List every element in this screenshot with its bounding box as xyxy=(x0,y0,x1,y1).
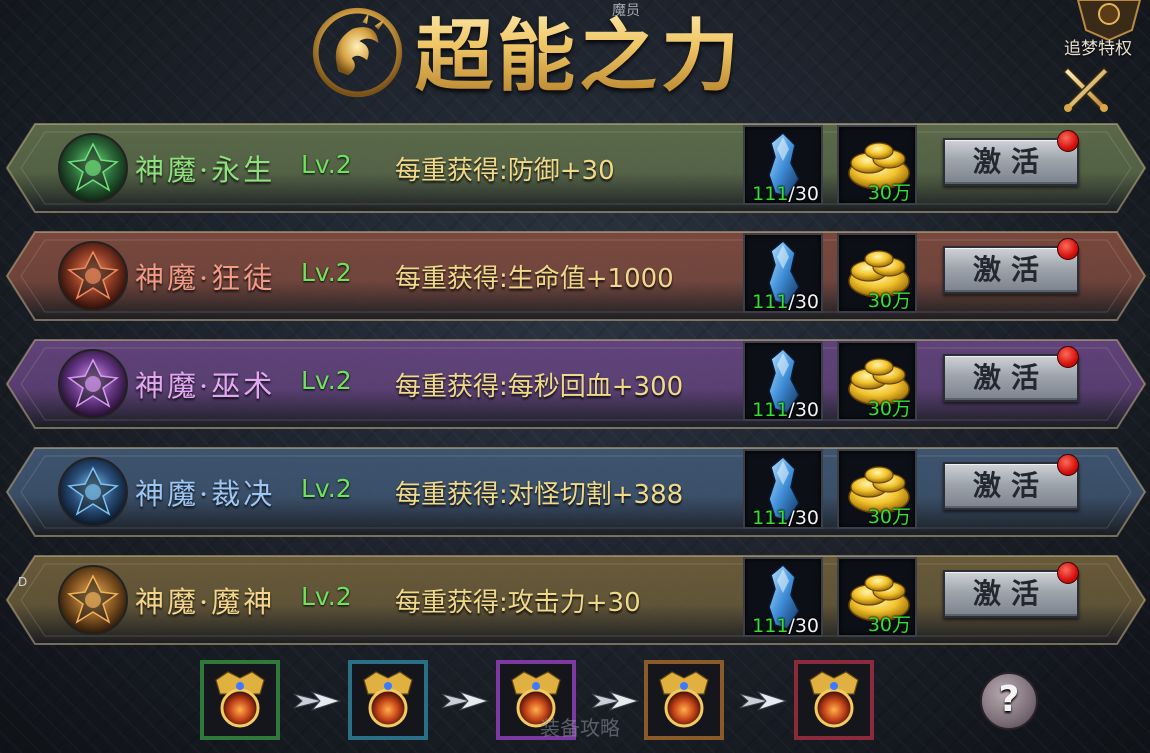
notification-dot-icon xyxy=(1057,562,1079,584)
power-emblem-icon xyxy=(58,349,128,419)
material-slot[interactable]: 111/30 xyxy=(743,449,823,529)
power-row: 神魔·裁决 Lv.2 每重获得:对怪切割+388 111/30 30万 激活 xyxy=(5,444,1147,540)
power-name: 神魔·魔神 xyxy=(135,585,276,619)
gold-amount: 30万 xyxy=(867,290,911,312)
top-tab-label: 魔员 xyxy=(612,3,640,19)
power-bonus: 每重获得:生命值+1000 xyxy=(395,264,674,294)
chevron-right-icon xyxy=(739,690,788,712)
gold-slot[interactable]: 30万 xyxy=(837,557,917,637)
power-level: Lv.2 xyxy=(301,150,352,179)
power-name: 神魔·狂徒 xyxy=(135,261,276,295)
material-count: 111/30 xyxy=(752,399,819,421)
chain-item[interactable] xyxy=(794,660,874,740)
power-row: 神魔·永生 Lv.2 每重获得:防御+30 111/30 30万 激活 xyxy=(5,120,1147,216)
material-count: 111/30 xyxy=(752,507,819,529)
notification-dot-icon xyxy=(1057,130,1079,152)
material-slot[interactable]: 111/30 xyxy=(743,125,823,205)
golden-amulet-icon xyxy=(200,660,280,740)
power-bonus: 每重获得:对怪切割+388 xyxy=(395,480,684,510)
power-emblem-icon xyxy=(58,241,128,311)
material-slot[interactable]: 111/30 xyxy=(743,557,823,637)
golden-amulet-icon xyxy=(644,660,724,740)
power-name: 神魔·巫术 xyxy=(135,369,276,403)
power-bonus: 每重获得:攻击力+30 xyxy=(395,588,641,618)
golden-amulet-icon xyxy=(348,660,428,740)
gold-amount: 30万 xyxy=(867,182,911,204)
power-level: Lv.2 xyxy=(301,474,352,503)
page-title: 超能之力 xyxy=(415,0,743,106)
gold-slot[interactable]: 30万 xyxy=(837,341,917,421)
help-button[interactable]: ? xyxy=(980,672,1038,730)
chain-item[interactable] xyxy=(348,660,428,740)
gold-amount: 30万 xyxy=(867,614,911,636)
gold-slot[interactable]: 30万 xyxy=(837,449,917,529)
power-bonus: 每重获得:防御+30 xyxy=(395,156,615,186)
notification-dot-icon xyxy=(1057,346,1079,368)
power-emblem-icon xyxy=(58,133,128,203)
power-level: Lv.2 xyxy=(301,366,352,395)
material-count: 111/30 xyxy=(752,615,819,637)
super-power-panel: 超能之力 魔员 追梦特权 神魔·永生 Lv.2 每重获得:防御+30 111/3… xyxy=(0,0,1150,753)
chevron-right-icon xyxy=(441,690,490,712)
power-emblem-icon xyxy=(58,565,128,635)
privilege-label[interactable]: 追梦特权 xyxy=(1064,34,1132,59)
power-name: 神魔·裁决 xyxy=(135,477,276,511)
chain-item[interactable] xyxy=(200,660,280,740)
material-slot[interactable]: 111/30 xyxy=(743,233,823,313)
gold-amount: 30万 xyxy=(867,398,911,420)
power-row: 神魔·狂徒 Lv.2 每重获得:生命值+1000 111/30 30万 激活 xyxy=(5,228,1147,324)
close-icon[interactable] xyxy=(1060,62,1112,114)
dragon-emblem-icon xyxy=(312,7,403,98)
gold-slot[interactable]: 30万 xyxy=(837,233,917,313)
power-row: 神魔·巫术 Lv.2 每重获得:每秒回血+300 111/30 30万 激活 xyxy=(5,336,1147,432)
chevron-right-icon xyxy=(293,690,342,712)
power-bonus: 每重获得:每秒回血+300 xyxy=(395,372,684,402)
power-level: Lv.2 xyxy=(301,258,352,287)
material-count: 111/30 xyxy=(752,291,819,313)
power-row: 神魔·魔神 Lv.2 每重获得:攻击力+30 111/30 30万 激活 xyxy=(5,552,1147,648)
power-name: 神魔·永生 xyxy=(135,153,276,187)
title-banner: 超能之力 xyxy=(300,0,800,115)
gold-slot[interactable]: 30万 xyxy=(837,125,917,205)
chain-item[interactable] xyxy=(644,660,724,740)
power-level: Lv.2 xyxy=(301,582,352,611)
material-count: 111/30 xyxy=(752,183,819,205)
material-slot[interactable]: 111/30 xyxy=(743,341,823,421)
corner-letter: D xyxy=(18,575,28,589)
guide-faint-text: 装备攻略 xyxy=(540,716,620,740)
power-emblem-icon xyxy=(58,457,128,527)
notification-dot-icon xyxy=(1057,238,1079,260)
gold-amount: 30万 xyxy=(867,506,911,528)
notification-dot-icon xyxy=(1057,454,1079,476)
golden-amulet-icon xyxy=(794,660,874,740)
